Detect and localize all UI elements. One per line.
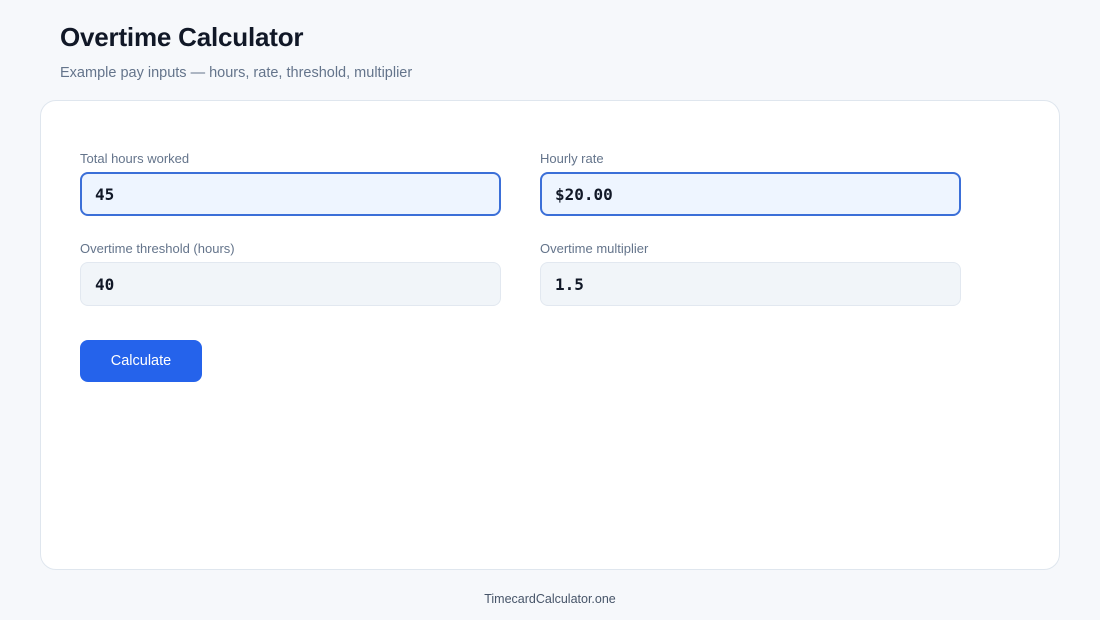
rate-input[interactable]: [540, 172, 961, 216]
rate-label: Hourly rate: [540, 151, 604, 166]
hours-label: Total hours worked: [80, 151, 190, 166]
page-subtitle: Example pay inputs — hours, rate, thresh…: [60, 65, 413, 81]
hours-field: Total hours worked: [80, 151, 501, 216]
calculator-card: Total hours worked Hourly rate Overtime …: [40, 100, 1060, 570]
footer-brand: TimecardCalculator.one: [484, 592, 616, 606]
multiplier-input[interactable]: [540, 262, 961, 306]
calculate-button[interactable]: Calculate: [80, 340, 202, 382]
multiplier-field: Overtime multiplier: [540, 241, 961, 306]
rate-field: Hourly rate: [540, 151, 961, 216]
threshold-input[interactable]: [80, 262, 501, 306]
threshold-label: Overtime threshold (hours): [80, 241, 235, 256]
threshold-field: Overtime threshold (hours): [80, 241, 501, 306]
hours-input[interactable]: [80, 172, 501, 216]
multiplier-label: Overtime multiplier: [540, 241, 649, 256]
page-title: Overtime Calculator: [60, 22, 304, 52]
